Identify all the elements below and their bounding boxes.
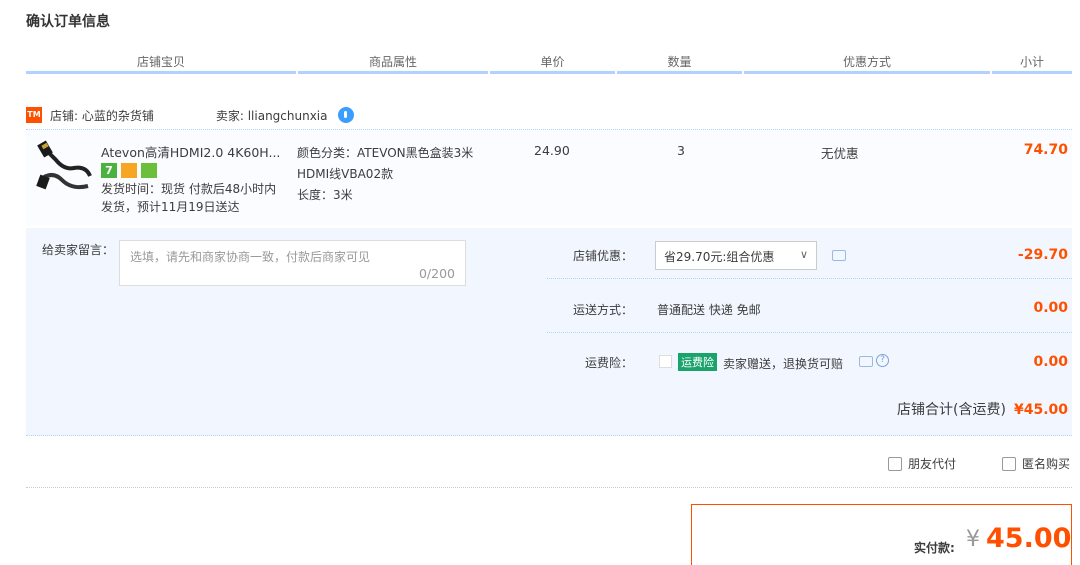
divider (547, 332, 1072, 333)
payment-amount: 45.00 (986, 523, 1072, 554)
friend-pay-label: 朋友代付 (908, 457, 957, 471)
guarantee-icon[interactable] (141, 163, 157, 178)
payment-summary: 实付款: ¥ 45.00 (691, 504, 1072, 565)
product-attributes: 颜色分类：ATEVON黑色盒装3米 HDMI线VBA02款 长度：3米 (297, 143, 497, 206)
help-icon[interactable]: ? (876, 354, 889, 367)
unit-price: 24.90 (534, 143, 570, 158)
insurance-description: 卖家赠送，退换货可赔 (723, 357, 844, 371)
shop-discount-amount: -29.70 (1017, 247, 1068, 263)
shipping-method-label: 运送方式： (572, 303, 633, 317)
seller-name: 卖家: lliangchunxia (215, 108, 328, 123)
seven-day-return-icon[interactable]: 7 (101, 163, 117, 178)
anonymous-purchase-checkbox[interactable] (1002, 456, 1016, 471)
shop-discount-select[interactable]: 省29.70元:组合优惠 ∨ (655, 241, 817, 270)
insurance-comment-icon[interactable] (859, 356, 873, 367)
credit-card-icon[interactable] (121, 163, 137, 178)
message-char-count: 0/200 (418, 266, 455, 281)
friend-pay-option[interactable]: 朋友代付 (888, 455, 956, 472)
shipping-time: 发货时间：现货 付款后48小时内 发货，预计11月19日送达 (101, 180, 301, 216)
column-header-discount: 优惠方式 (744, 52, 992, 74)
discount-comment-icon[interactable] (832, 250, 846, 261)
column-header-subtotal: 小计 (992, 52, 1074, 74)
shipping-time-line-1: 发货时间：现货 付款后48小时内 (101, 182, 277, 196)
table-header: 店铺宝贝 商品属性 单价 数量 优惠方式 小计 (26, 52, 1074, 74)
attribute-model: HDMI线VBA02款 (297, 167, 394, 181)
message-label: 给卖家留言： (42, 243, 115, 257)
chat-with-seller-icon[interactable] (337, 107, 354, 123)
message-to-seller-input[interactable]: 选填，请先和商家协商一致，付款后商家可见 0/200 (119, 240, 466, 286)
shipping-method-value: 普通配送 快递 免邮 (657, 303, 761, 317)
payment-label: 实付款: (914, 541, 955, 555)
anonymous-purchase-label: 匿名购买 (1022, 457, 1071, 471)
discount-method: 无优惠 (821, 146, 859, 161)
friend-pay-checkbox[interactable] (888, 456, 902, 471)
order-detail-panel: 给卖家留言： 选填，请先和商家协商一致，付款后商家可见 0/200 店铺优惠： … (26, 228, 1072, 436)
anonymous-purchase-option[interactable]: 匿名购买 (1002, 455, 1070, 472)
message-placeholder: 选填，请先和商家协商一致，付款后商家可见 (130, 250, 371, 264)
column-header-attributes: 商品属性 (298, 52, 490, 74)
item-subtotal: 74.70 (1023, 142, 1068, 158)
service-badges: 7 (101, 163, 157, 178)
divider (547, 278, 1072, 279)
attribute-color: 颜色分类：ATEVON黑色盒装3米 (297, 146, 474, 160)
shop-info-row: TM 店铺: 心蓝的杂货铺 卖家: lliangchunxia (26, 104, 354, 126)
page-title: 确认订单信息 (26, 14, 110, 30)
column-header-quantity: 数量 (617, 52, 744, 74)
insurance-amount: 0.00 (1033, 354, 1068, 370)
insurance-tag: 运费险 (678, 353, 717, 371)
chevron-down-icon: ∨ (799, 248, 808, 261)
column-header-price: 单价 (490, 52, 617, 74)
shop-total: 店铺合计(含运费) ¥45.00 (897, 399, 1068, 419)
shipping-time-line-2: 发货，预计11月19日送达 (101, 200, 240, 214)
payment-currency: ¥ (966, 527, 980, 552)
insurance-checkbox[interactable] (659, 355, 672, 368)
product-name-link[interactable]: Atevon高清HDMI2.0 4K60H... (101, 142, 291, 161)
shipping-amount: 0.00 (1033, 300, 1068, 316)
shop-discount-selected: 省29.70元:组合优惠 (664, 250, 775, 264)
shop-total-amount: ¥45.00 (1013, 402, 1068, 418)
shop-discount-label: 店铺优惠： (572, 249, 633, 263)
shop-icon: TM (26, 107, 42, 123)
attribute-length: 长度：3米 (297, 188, 353, 202)
shop-total-label: 店铺合计(含运费) (897, 402, 1006, 418)
insurance-label: 运费险： (584, 356, 633, 370)
order-item-row: Atevon高清HDMI2.0 4K60H... 7 发货时间：现货 付款后48… (26, 129, 1072, 225)
product-thumbnail[interactable] (36, 140, 92, 196)
quantity-value: 3 (677, 143, 685, 158)
shop-name-link[interactable]: 店铺: 心蓝的杂货铺 (50, 107, 154, 124)
column-header-shop-item: 店铺宝贝 (26, 52, 298, 74)
divider (26, 487, 1072, 488)
